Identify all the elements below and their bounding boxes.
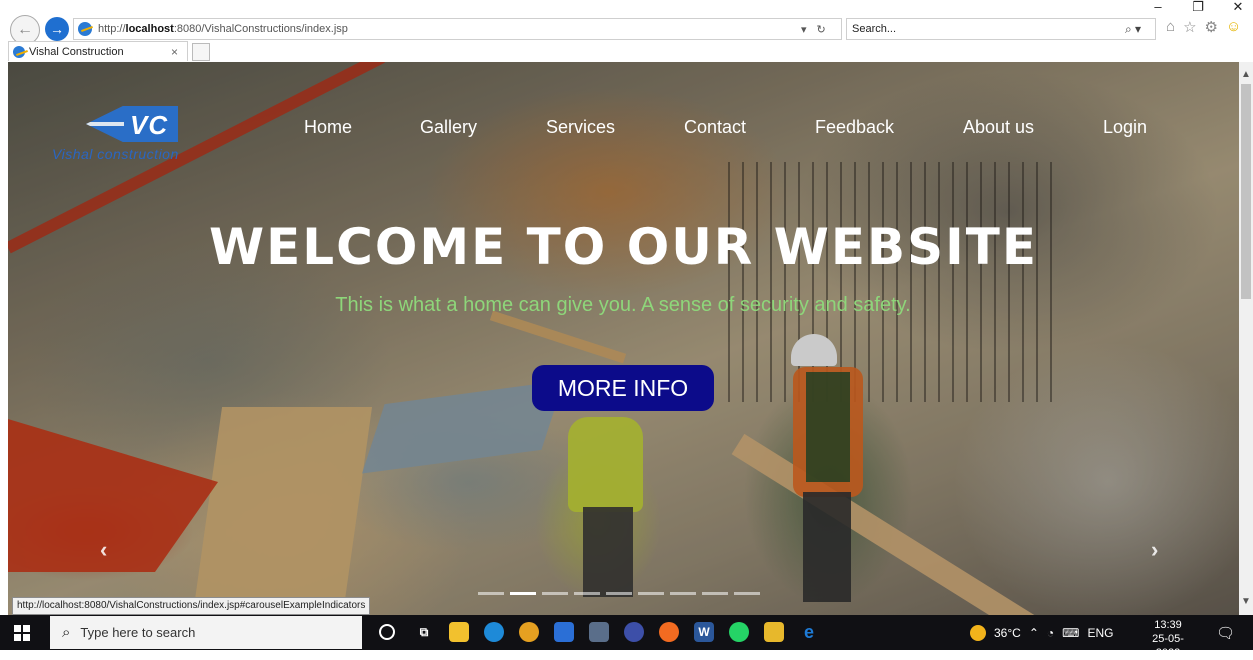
windows-taskbar: ⌕ Type here to search ⧉ W e 36°C ⌃ ◔ ⌨ E… [0, 615, 1253, 659]
chevron-up-icon[interactable]: ⌃ [1029, 626, 1039, 640]
hero-subtitle: This is what a home can give you. A sens… [335, 294, 911, 316]
restore-icon[interactable]: ❐ [1191, 0, 1205, 14]
carousel-indicator[interactable] [606, 592, 632, 595]
ie-logo-icon [78, 22, 92, 36]
more-info-button[interactable]: MORE INFO [532, 365, 714, 411]
start-button[interactable] [14, 625, 30, 641]
taskbar-apps: ⧉ W e [375, 622, 819, 642]
page-scrollbar[interactable]: ▲ ▼ [1239, 62, 1253, 615]
page-viewport: VC Vishal construction Home Gallery Serv… [8, 62, 1239, 615]
nav-home[interactable]: Home [304, 117, 352, 138]
status-url-tooltip: http://localhost:8080/VishalConstruction… [12, 597, 371, 615]
app-cube-icon[interactable] [764, 622, 784, 642]
edge-icon[interactable] [484, 622, 504, 642]
wifi-icon[interactable]: ◔ [1047, 626, 1054, 640]
hero-title: WELCOME TO OUR WEBSITE [208, 218, 1038, 276]
notification-icon[interactable]: 🗨 [1216, 624, 1235, 642]
tab-strip: Vishal Construction × [8, 41, 210, 61]
windows-logo-icon [14, 625, 21, 632]
gear-icon[interactable]: ⚙ [1205, 18, 1218, 36]
minimize-icon[interactable]: – [1151, 0, 1165, 14]
address-bar[interactable]: http://localhost:8080/VishalConstruction… [73, 18, 842, 40]
whatsapp-icon[interactable] [729, 622, 749, 642]
dropdown-icon[interactable]: ▾ [801, 23, 807, 36]
windows-logo-pane [23, 634, 30, 641]
camera-icon[interactable] [589, 622, 609, 642]
refresh-icon[interactable]: ↻ [817, 23, 826, 36]
carousel-next-icon[interactable]: › [1151, 537, 1158, 563]
address-controls: ▾ ↻ [801, 23, 841, 36]
new-tab-button[interactable] [192, 43, 210, 61]
firefox-icon[interactable] [659, 622, 679, 642]
browser-search-box[interactable]: Search... ⌕ ▾ [846, 18, 1156, 40]
windows-logo-pane [14, 634, 21, 641]
tab-vishal-construction[interactable]: Vishal Construction × [8, 41, 188, 61]
clock-date: 25-05-2022 [1152, 633, 1184, 659]
search-icon[interactable]: ⌕ ▾ [1125, 22, 1155, 37]
arrow-right-icon: → [50, 21, 64, 37]
window-controls: – ❐ ✕ [1151, 0, 1245, 14]
nav-login[interactable]: Login [1103, 117, 1147, 138]
media-icon[interactable] [624, 622, 644, 642]
address-url[interactable]: http://localhost:8080/VishalConstruction… [98, 23, 801, 35]
carousel-indicator[interactable] [574, 592, 600, 595]
browser-chrome: – ❐ ✕ ← → http://localhost:8080/VishalCo… [0, 0, 1253, 62]
logo-subtitle: Vishal construction [52, 146, 179, 162]
task-view-icon[interactable]: ⧉ [414, 622, 434, 642]
tab-title: Vishal Construction [29, 45, 124, 58]
arrow-left-icon: ← [17, 21, 33, 38]
browser-search-input[interactable]: Search... [847, 23, 1125, 35]
carousel-indicator[interactable] [478, 592, 504, 595]
weather-temperature[interactable]: 36°C [994, 626, 1021, 640]
scroll-up-icon[interactable]: ▲ [1239, 68, 1253, 82]
carousel-indicator[interactable] [542, 592, 568, 595]
close-icon[interactable]: ✕ [1231, 0, 1245, 14]
carousel-prev-icon[interactable]: ‹ [100, 537, 107, 563]
word-icon[interactable]: W [694, 622, 714, 642]
chrome-icon[interactable] [519, 622, 539, 642]
url-host: localhost [125, 23, 174, 35]
file-explorer-icon[interactable] [449, 622, 469, 642]
carousel-indicators [478, 592, 760, 595]
taskbar-search-placeholder: Type here to search [80, 625, 196, 640]
carousel-indicator[interactable] [670, 592, 696, 595]
feedback-smiley-icon[interactable]: ☺ [1226, 18, 1241, 36]
system-tray: 36°C ⌃ ◔ ⌨ ENG [970, 615, 1113, 650]
tab-favicon-icon [13, 45, 25, 58]
url-prefix: http:// [98, 23, 126, 35]
nav-services[interactable]: Services [546, 117, 615, 138]
cortana-icon[interactable] [379, 624, 395, 640]
home-icon[interactable]: ⌂ [1166, 18, 1175, 36]
taskbar-search[interactable]: ⌕ Type here to search [50, 616, 362, 649]
nav-gallery[interactable]: Gallery [420, 117, 477, 138]
nav-about-us[interactable]: About us [963, 117, 1034, 138]
language-indicator[interactable]: ENG [1087, 626, 1113, 640]
search-icon: ⌕ [62, 624, 71, 641]
store-icon[interactable] [554, 622, 574, 642]
nav-feedback[interactable]: Feedback [815, 117, 894, 138]
taskbar-clock[interactable]: 13:39 25-05-2022 [1148, 618, 1188, 660]
carousel-indicator[interactable] [702, 592, 728, 595]
main-nav: Home Gallery Services Contact Feedback A… [8, 117, 1239, 141]
tab-close-icon[interactable]: × [171, 45, 187, 59]
windows-logo-pane [23, 625, 30, 632]
carousel-indicator[interactable] [638, 592, 664, 595]
keyboard-icon[interactable]: ⌨ [1062, 626, 1079, 640]
weather-sun-icon[interactable] [970, 624, 986, 641]
forward-button[interactable]: → [45, 17, 69, 41]
favorites-star-icon[interactable]: ☆ [1183, 18, 1196, 36]
clock-time: 13:39 [1154, 619, 1182, 631]
nav-contact[interactable]: Contact [684, 117, 746, 138]
scroll-thumb[interactable] [1241, 84, 1251, 299]
url-path: :8080/VishalConstructions/index.jsp [173, 23, 348, 35]
scroll-down-icon[interactable]: ▼ [1239, 595, 1253, 609]
carousel-indicator[interactable] [510, 592, 536, 595]
internet-explorer-icon[interactable]: e [799, 622, 819, 642]
browser-toolbar: ⌂ ☆ ⚙ ☺ [1166, 18, 1241, 36]
carousel-indicator[interactable] [734, 592, 760, 595]
